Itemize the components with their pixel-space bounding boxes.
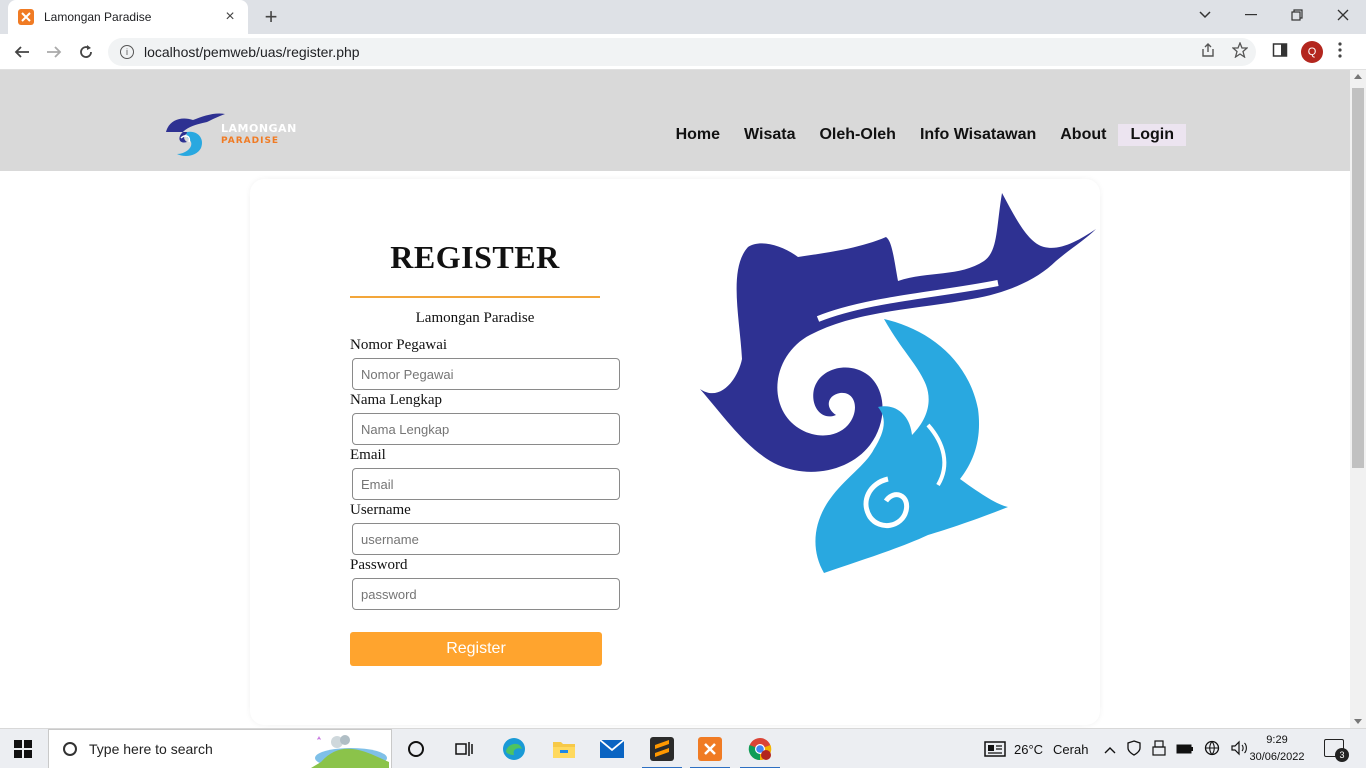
weather-temperature: 26°C	[1014, 741, 1044, 757]
page-scrollbar[interactable]	[1350, 70, 1366, 728]
form-subtitle: Lamongan Paradise	[415, 310, 535, 326]
page-viewport: LAMONGAN PARADISE Home Wisata Oleh-Oleh …	[0, 70, 1350, 728]
side-panel-icon[interactable]	[1272, 42, 1288, 62]
close-window-icon[interactable]	[1320, 0, 1366, 30]
menu-kebab-icon[interactable]	[1338, 42, 1342, 62]
site-nav: Home Wisata Oleh-Oleh Info Wisatawan Abo…	[664, 124, 1186, 146]
email-label: Email	[350, 447, 386, 463]
nama-lengkap-label: Nama Lengkap	[350, 392, 443, 408]
usb-device-icon[interactable]	[1152, 739, 1166, 759]
reload-icon[interactable]	[74, 40, 98, 64]
email-input[interactable]	[352, 468, 620, 500]
weather-widget[interactable]: 26°C Cerah	[984, 729, 1088, 768]
title-divider	[350, 296, 600, 298]
taskbar-clock[interactable]: 9:29 30/06/2022	[1238, 732, 1316, 766]
minimize-window-icon[interactable]	[1228, 0, 1274, 30]
battery-icon[interactable]	[1176, 742, 1194, 757]
nama-lengkap-input[interactable]	[352, 413, 620, 445]
restore-window-icon[interactable]	[1274, 0, 1320, 30]
taskbar-search-placeholder: Type here to search	[89, 741, 213, 757]
browser-tab-strip: Lamongan Paradise × +	[0, 0, 1366, 34]
tray-chevron-up-icon[interactable]	[1104, 742, 1116, 757]
system-tray	[1104, 729, 1248, 768]
scroll-thumb[interactable]	[1352, 88, 1364, 468]
lamongan-paradise-hero-logo	[698, 189, 1098, 579]
new-tab-button[interactable]: +	[258, 4, 284, 30]
security-shield-icon[interactable]	[1126, 739, 1142, 759]
nav-wisata[interactable]: Wisata	[732, 124, 807, 146]
scroll-up-arrow-icon[interactable]	[1354, 74, 1362, 79]
windows-taskbar: Type here to search 26°C Cerah 9:29 30/0…	[0, 728, 1366, 768]
task-view-icon[interactable]	[452, 737, 476, 761]
xampp-favicon-icon	[18, 9, 34, 25]
nav-login[interactable]: Login	[1118, 124, 1186, 146]
forward-arrow-icon[interactable]	[42, 40, 66, 64]
nav-oleh-oleh[interactable]: Oleh-Oleh	[807, 124, 907, 146]
scroll-down-arrow-icon[interactable]	[1354, 719, 1362, 724]
search-highlight-illustration	[311, 732, 389, 768]
browser-toolbar: i localhost/pemweb/uas/register.php	[0, 34, 1366, 70]
chrome-icon[interactable]	[740, 737, 780, 768]
notification-count-badge: 3	[1335, 748, 1349, 762]
nomor-pegawai-input[interactable]	[352, 358, 620, 390]
cortana-circle-icon[interactable]	[404, 737, 428, 761]
logo-text-paradise: PARADISE	[221, 136, 280, 146]
site-header: LAMONGAN PARADISE Home Wisata Oleh-Oleh …	[0, 70, 1350, 171]
logo-text-lamongan: LAMONGAN	[221, 122, 297, 135]
notification-center-icon[interactable]: 3	[1324, 739, 1349, 762]
nav-about[interactable]: About	[1048, 124, 1118, 146]
username-label: Username	[350, 502, 411, 518]
username-input[interactable]	[352, 523, 620, 555]
site-logo[interactable]: LAMONGAN PARADISE	[163, 108, 303, 158]
browser-tab[interactable]: Lamongan Paradise ×	[8, 0, 248, 34]
nomor-pegawai-label: Nomor Pegawai	[350, 337, 448, 353]
edge-browser-icon[interactable]	[502, 737, 526, 761]
back-arrow-icon[interactable]	[10, 40, 34, 64]
register-button[interactable]: Register	[350, 632, 602, 666]
xampp-icon[interactable]	[690, 737, 730, 768]
network-globe-icon[interactable]	[1204, 740, 1220, 759]
weather-description: Cerah	[1053, 741, 1089, 757]
sublime-text-icon[interactable]	[642, 737, 682, 768]
search-icon	[63, 742, 77, 756]
taskbar-search-box[interactable]: Type here to search	[48, 729, 392, 768]
clock-date: 30/06/2022	[1249, 751, 1305, 763]
register-card: REGISTER Lamongan Paradise Nomor Pegawai…	[250, 179, 1100, 725]
weather-news-icon	[984, 741, 1006, 757]
share-icon[interactable]	[1200, 42, 1216, 62]
file-explorer-icon[interactable]	[552, 737, 576, 761]
mail-icon[interactable]	[600, 737, 624, 761]
clock-time: 9:29	[1266, 734, 1288, 746]
tab-title: Lamongan Paradise	[44, 10, 152, 24]
site-info-icon[interactable]: i	[120, 45, 134, 59]
tab-search-chevron-icon[interactable]	[1182, 0, 1228, 30]
nav-info-wisatawan[interactable]: Info Wisatawan	[908, 124, 1048, 146]
password-input[interactable]	[352, 578, 620, 610]
bookmark-star-icon[interactable]	[1231, 41, 1249, 62]
form-title: REGISTER	[390, 239, 560, 275]
password-label: Password	[350, 557, 408, 573]
windows-start-icon[interactable]	[14, 740, 32, 758]
address-url: localhost/pemweb/uas/register.php	[144, 44, 360, 60]
close-tab-icon[interactable]: ×	[222, 8, 238, 26]
profile-avatar[interactable]: Q	[1301, 41, 1323, 63]
nav-home[interactable]: Home	[664, 124, 732, 146]
address-bar[interactable]: i localhost/pemweb/uas/register.php	[108, 38, 1256, 66]
